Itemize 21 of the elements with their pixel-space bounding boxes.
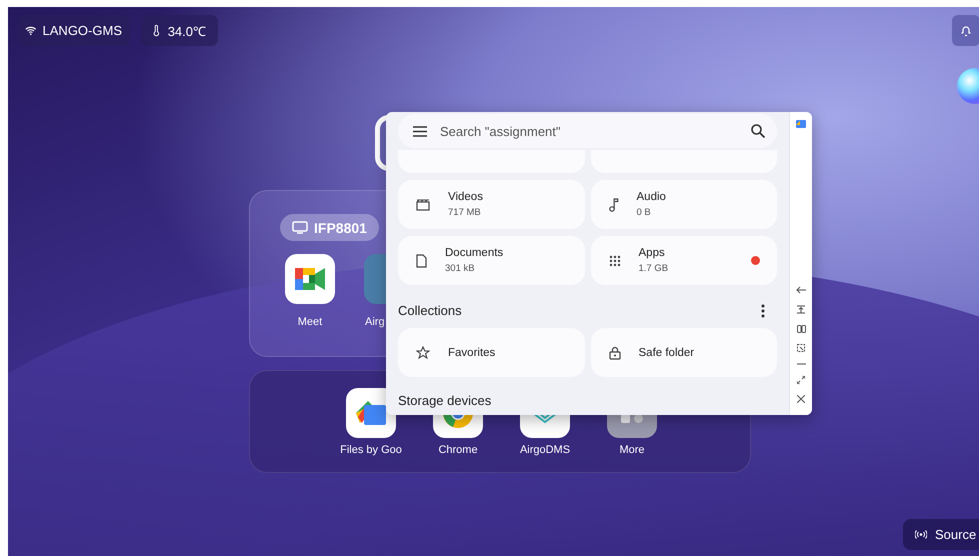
temperature-reading: 34.0℃ (168, 22, 206, 40)
app-label: Chrome (438, 444, 478, 456)
network-name: LANGO-GMS (42, 23, 122, 38)
category-size: 301 kB (445, 263, 476, 274)
app-label: More (619, 444, 645, 456)
category-size: 0 B (636, 207, 652, 218)
app-label: Meet (298, 316, 322, 328)
app-label: AirgoDMS (520, 444, 570, 456)
category-name: Documents (445, 247, 504, 259)
category-size: 1.7 GB (638, 263, 670, 274)
section-title: Storage devices (398, 393, 492, 408)
category-name: Apps (638, 247, 666, 259)
category-name: Audio (636, 191, 667, 203)
collection-name: Favorites (448, 346, 496, 358)
app-label: Files by Goo (340, 444, 402, 456)
category-name: Videos (448, 191, 484, 203)
device-name: IFP8801 (314, 220, 367, 236)
app-label: Airg (365, 316, 385, 328)
category-size: 717 MB (448, 207, 482, 218)
collection-name: Safe folder (638, 346, 694, 358)
section-title: Collections (398, 303, 462, 318)
